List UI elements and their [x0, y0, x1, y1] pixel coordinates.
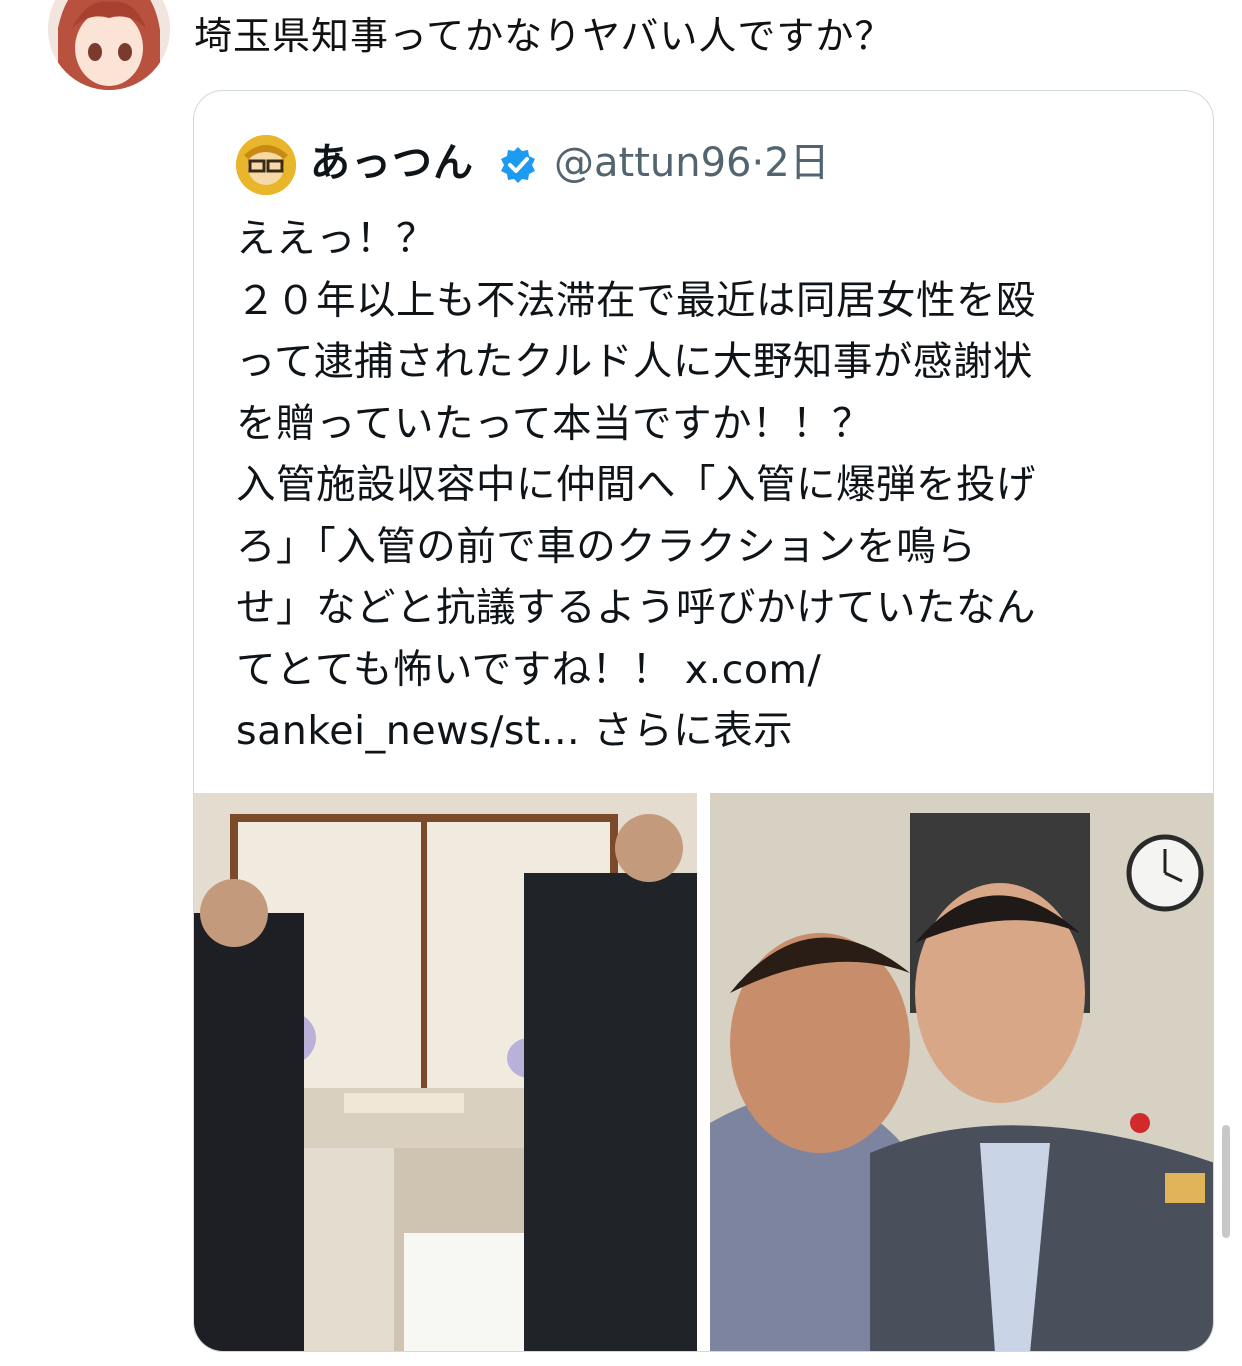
- scrollbar-thumb[interactable]: [1222, 1125, 1230, 1238]
- quoted-link-continued[interactable]: sankei_news/st...: [236, 708, 580, 754]
- show-more-link[interactable]: さらに表示: [593, 708, 793, 754]
- quoted-text-line: sankei_news/st... さらに表示: [236, 701, 1156, 763]
- quoted-text-line: ええっ！？: [236, 216, 436, 262]
- quoted-text-line: って逮捕されたクルド人に大野知事が感謝状: [236, 339, 1033, 385]
- quoted-post-header: あっつん @attun96·2日: [236, 133, 1136, 195]
- quoted-text-line: を贈っていたって本当ですか！！？: [236, 400, 873, 447]
- quoted-text-line: ２０年以上も不法滞在で最近は同居女性を殴: [236, 277, 1036, 324]
- quoted-text-line: せ」などと抗議するよう呼びかけていたなん: [236, 585, 1036, 631]
- user-avatar[interactable]: [48, 0, 170, 90]
- quoted-text-line: 入管施設収容中に仲間へ「入管に爆弾を投げ: [236, 462, 1036, 508]
- meta-separator: ·: [751, 140, 765, 186]
- quoted-text-tail: てとても怖いですね！！: [236, 646, 685, 693]
- quoted-author-handle-time[interactable]: @attun96·2日: [554, 135, 830, 191]
- attached-photo-2[interactable]: [710, 793, 1213, 1351]
- quoted-post-card[interactable]: あっつん @attun96·2日 ええっ！？ ２０年以上も不法滞在で最近は同居女…: [193, 90, 1214, 1352]
- quoted-link[interactable]: x.com/: [685, 647, 822, 693]
- quoted-post-text: ええっ！？ ２０年以上も不法滞在で最近は同居女性を殴 って逮捕されたクルド人に大…: [236, 209, 1156, 763]
- quoted-author-name[interactable]: あっつん: [310, 135, 474, 191]
- quoted-author-handle[interactable]: @attun96: [554, 140, 751, 186]
- post-text: 埼玉県知事ってかなりヤバい人ですか？: [194, 14, 894, 58]
- verified-badge-icon: [498, 145, 538, 185]
- quoted-text-line: ろ」「入管の前で車のクラクションを鳴ら: [236, 523, 977, 570]
- quoted-text-line: てとても怖いですね！！ x.com/: [236, 640, 1156, 702]
- attached-photo-1[interactable]: [194, 793, 697, 1351]
- quoted-post-time[interactable]: 2日: [764, 140, 829, 186]
- quoted-author-avatar[interactable]: [236, 135, 296, 195]
